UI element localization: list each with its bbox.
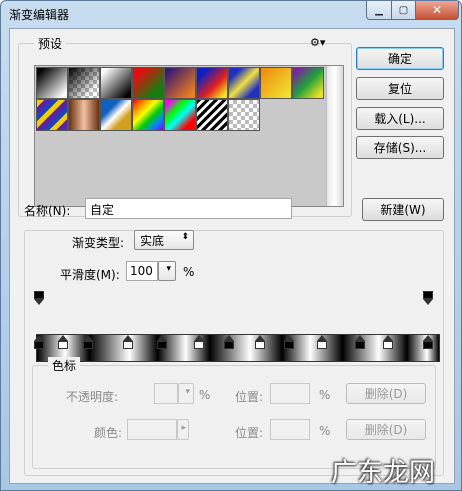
gradient-bar[interactable] (36, 334, 440, 362)
gradient-type-label: 渐变类型: (72, 236, 125, 250)
color-stop[interactable] (355, 335, 366, 349)
color-stop[interactable] (194, 335, 205, 349)
delete-opacity-stop-button[interactable]: 删除(D) (346, 383, 426, 404)
minimize-icon: ▁ (375, 4, 383, 16)
presets-scrollbar[interactable] (326, 66, 343, 206)
color-swatch-input[interactable] (127, 419, 177, 440)
opacity-dropdown[interactable]: ▾ (178, 383, 194, 404)
new-button[interactable]: 新建(W) (362, 198, 444, 221)
chevron-down-icon: ▾ (185, 387, 190, 397)
minimize-button[interactable]: ▁ (366, 1, 392, 20)
color-position-unit: % (319, 424, 331, 438)
gradient-editor-window: 渐变编辑器 ▁ ▢ ✕ 预设 ⚙▾ 确定 复位 载入(L)... 存储(S)..… (0, 0, 462, 491)
color-stop[interactable] (34, 335, 45, 349)
presets-legend: 预设 (34, 35, 67, 52)
opacity-position-label: 位置: (235, 390, 264, 404)
title-bar[interactable]: 渐变编辑器 ▁ ▢ ✕ (1, 1, 461, 25)
opacity-stop[interactable] (34, 291, 45, 305)
preset-swatch[interactable] (228, 99, 260, 131)
color-stop[interactable] (423, 335, 434, 349)
smoothness-unit: % (183, 265, 195, 279)
maximize-icon: ▢ (398, 4, 409, 16)
preset-swatch[interactable] (100, 67, 132, 99)
preset-swatch[interactable] (100, 99, 132, 131)
preset-swatches (34, 65, 344, 207)
smoothness-label: 平滑度(M): (60, 268, 120, 282)
preset-swatch[interactable] (292, 67, 324, 99)
smoothness-input[interactable]: 100 (126, 261, 158, 281)
window-title: 渐变编辑器 (9, 8, 70, 22)
color-stop[interactable] (383, 335, 394, 349)
ok-button[interactable]: 确定 (356, 47, 444, 70)
load-button[interactable]: 载入(L)... (356, 107, 444, 130)
color-stop[interactable] (83, 335, 94, 349)
color-position-label: 位置: (235, 426, 264, 440)
opacity-label: 不透明度: (66, 390, 119, 404)
color-stop[interactable] (317, 335, 328, 349)
close-icon: ✕ (431, 3, 443, 17)
opacity-position-input[interactable] (270, 383, 310, 404)
watermark-text: 广东龙网 (331, 458, 436, 488)
color-stop[interactable] (284, 335, 295, 349)
color-label: 颜色: (94, 426, 123, 440)
gradient-type-value: 实底 (140, 234, 165, 248)
preset-swatch[interactable] (164, 99, 196, 131)
opacity-unit: % (199, 388, 211, 402)
delete-color-stop-button[interactable]: 删除(D) (346, 419, 426, 440)
preset-swatch[interactable] (132, 99, 164, 131)
maximize-button[interactable]: ▢ (391, 1, 416, 20)
name-input[interactable]: 自定 (85, 198, 292, 219)
reset-button[interactable]: 复位 (356, 77, 444, 100)
color-picker-button[interactable]: ▸ (177, 419, 189, 440)
preset-swatch[interactable] (36, 99, 68, 131)
preset-swatch[interactable] (68, 99, 100, 131)
preset-swatch[interactable] (164, 67, 196, 99)
smoothness-dropdown[interactable]: ▾ (158, 261, 176, 281)
preset-swatch[interactable] (228, 67, 260, 99)
color-stop[interactable] (123, 335, 134, 349)
stops-legend: 色标 (48, 357, 81, 374)
color-stop[interactable] (255, 335, 266, 349)
preset-swatch[interactable] (132, 67, 164, 99)
color-stop[interactable] (58, 335, 69, 349)
name-label: 名称(N): (24, 204, 71, 218)
chevron-right-icon: ▸ (181, 423, 186, 433)
preset-swatch[interactable] (36, 67, 68, 99)
preset-swatch[interactable] (260, 67, 292, 99)
dialog-body: 预设 ⚙▾ 确定 复位 载入(L)... 存储(S)... 名称(N): 自定 … (9, 28, 455, 484)
preset-swatch[interactable] (196, 67, 228, 99)
updown-icon: ⬍ (181, 232, 189, 242)
color-stop[interactable] (224, 335, 235, 349)
color-position-input[interactable] (270, 419, 310, 440)
color-stop[interactable] (157, 335, 168, 349)
gradient-type-select[interactable]: 实底 ⬍ (134, 230, 194, 250)
preset-swatch[interactable] (196, 99, 228, 131)
opacity-input[interactable] (154, 383, 178, 404)
opacity-stop[interactable] (423, 291, 434, 305)
opacity-position-unit: % (319, 388, 331, 402)
save-button[interactable]: 存储(S)... (356, 136, 444, 159)
preset-swatch[interactable] (68, 67, 100, 99)
chevron-down-icon: ▾ (166, 264, 171, 274)
close-button[interactable]: ✕ (415, 1, 459, 20)
presets-menu-icon[interactable]: ⚙▾ (310, 36, 325, 49)
